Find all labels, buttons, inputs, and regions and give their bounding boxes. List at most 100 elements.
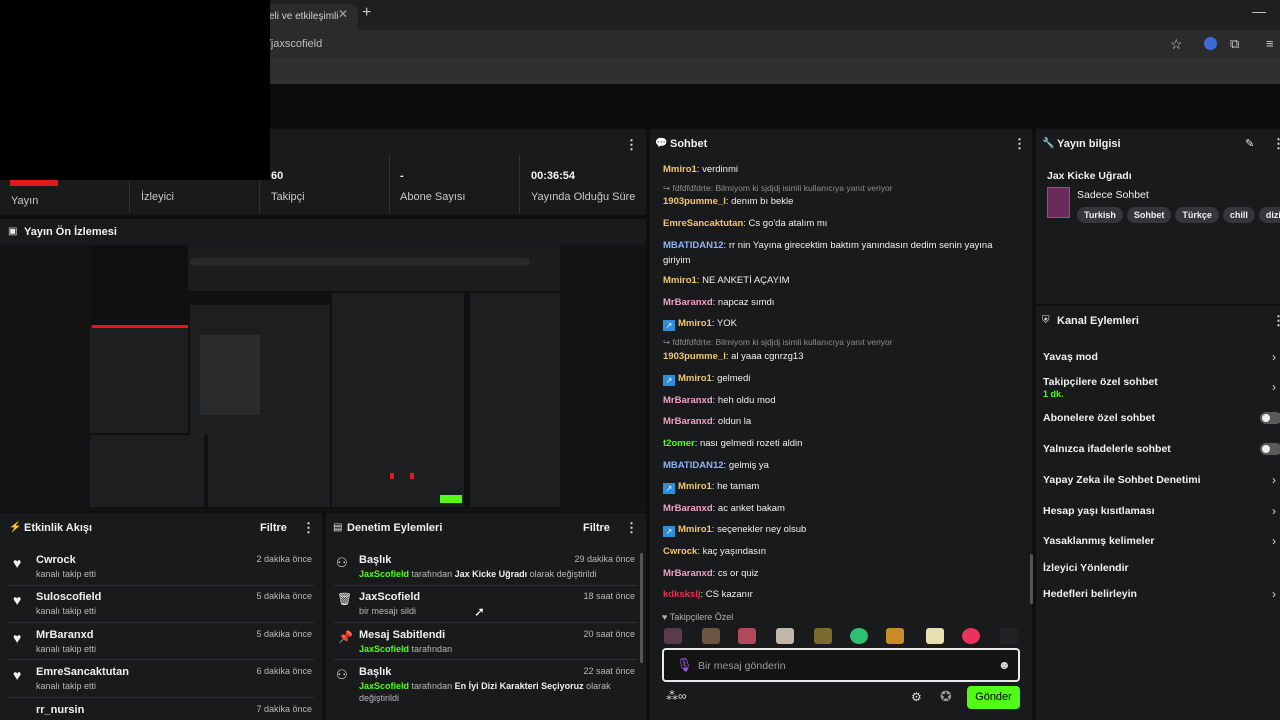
- chevron-right-icon[interactable]: ›: [1272, 587, 1276, 601]
- list-item[interactable]: ♥ MrBaranxd kanalı takip etti 5 dakika ö…: [0, 622, 322, 658]
- chat-username[interactable]: Mmiro1: [663, 275, 697, 286]
- users-icon[interactable]: ⁂∞: [666, 689, 687, 703]
- tab-close-icon[interactable]: ✕: [338, 7, 348, 21]
- list-item[interactable]: ⚇ Başlık 29 dakika önce JaxScofield tara…: [326, 547, 646, 583]
- chat-username[interactable]: Mmiro1: [678, 524, 712, 535]
- chat-username[interactable]: Mmiro1: [678, 481, 712, 492]
- chat-username[interactable]: 1903pumme_l: [663, 351, 726, 362]
- tag[interactable]: Turkish: [1077, 207, 1123, 223]
- chat-username[interactable]: EmreSancaktutan: [663, 218, 743, 229]
- chat-scrollbar[interactable]: [1030, 554, 1033, 604]
- chat-menu-icon[interactable]: ⋮: [1013, 136, 1026, 152]
- chevron-right-icon[interactable]: ›: [1272, 380, 1276, 394]
- mod-scrollbar[interactable]: [640, 553, 643, 663]
- minimize-button[interactable]: —: [1252, 3, 1266, 19]
- list-item[interactable]: ♥ Suloscofield kanalı takip etti 5 dakik…: [0, 584, 322, 620]
- tag[interactable]: dizi: [1258, 207, 1280, 223]
- badge-icon[interactable]: ✪: [940, 688, 952, 705]
- chat-username[interactable]: MrBaranxd: [663, 568, 713, 579]
- chat-message[interactable]: MrBaranxd: heh oldu mod: [663, 393, 1023, 408]
- action-raid[interactable]: İzleyici Yönlendir: [1043, 562, 1129, 574]
- info-menu-icon[interactable]: ⋮: [1272, 136, 1280, 152]
- chat-message[interactable]: ↗ Mmiro1: gelmedi: [663, 371, 1023, 386]
- tag[interactable]: Sohbet: [1126, 207, 1172, 223]
- emote[interactable]: [702, 628, 720, 644]
- chat-message[interactable]: ↗ Mmiro1: he tamam: [663, 479, 1023, 494]
- mod-menu-icon[interactable]: ⋮: [625, 520, 638, 536]
- list-item[interactable]: ⚇ Başlık 22 saat önce JaxScofield tarafı…: [326, 659, 646, 715]
- chat-username[interactable]: Mmiro1: [678, 318, 712, 329]
- microphone-icon[interactable]: 🎙: [676, 657, 693, 673]
- stats-menu-icon[interactable]: ⋮: [625, 137, 638, 153]
- chat-username[interactable]: MrBaranxd: [663, 503, 713, 514]
- action-followers-only[interactable]: Takipçilere özel sohbet: [1043, 376, 1158, 388]
- chat-message[interactable]: Cwrock: kaç yaşındasın: [663, 544, 1023, 559]
- action-slow-mode[interactable]: Yavaş mod: [1043, 351, 1098, 363]
- emote[interactable]: [738, 628, 756, 644]
- emoji-icon[interactable]: ☻: [998, 658, 1011, 672]
- emote[interactable]: [664, 628, 682, 644]
- chat-message[interactable]: MrBaranxd: cs or quiz: [663, 566, 1023, 581]
- chevron-right-icon[interactable]: ›: [1272, 350, 1276, 364]
- emote[interactable]: [886, 628, 904, 644]
- chat-message[interactable]: MrBaranxd: oldun la: [663, 414, 1023, 429]
- extensions-puzzle-icon[interactable]: ⧉: [1230, 36, 1239, 52]
- extension-icon[interactable]: [1204, 37, 1217, 50]
- reading-list-icon[interactable]: ≡: [1266, 36, 1274, 51]
- chat-message[interactable]: MrBaranxd: ac anket bakam: [663, 501, 1023, 516]
- chevron-right-icon[interactable]: ›: [1272, 504, 1276, 518]
- chat-username[interactable]: MrBaranxd: [663, 395, 713, 406]
- bookmark-star-icon[interactable]: ☆: [1170, 36, 1183, 53]
- chat-message[interactable]: kdkskslj: CS kazanır: [663, 587, 1023, 602]
- chat-username[interactable]: Mmiro1: [663, 164, 697, 175]
- gear-icon[interactable]: ⚙: [911, 690, 922, 704]
- chat-message[interactable]: ↗ Mmiro1: YOK: [663, 316, 1023, 331]
- actions-menu-icon[interactable]: ⋮: [1272, 313, 1280, 329]
- emotes-only-toggle[interactable]: [1260, 443, 1280, 455]
- send-button[interactable]: Gönder: [967, 686, 1020, 709]
- action-goals[interactable]: Hedefleri belirleyin: [1043, 588, 1137, 600]
- list-item[interactable]: ♥ Cwrock kanalı takip etti 2 dakika önce: [0, 547, 322, 583]
- action-account-age[interactable]: Hesap yaşı kısıtlaması: [1043, 505, 1155, 517]
- emote[interactable]: [962, 628, 980, 644]
- chat-message[interactable]: MBATIDAN12: rr nin Yayına girecektim bak…: [663, 238, 1023, 268]
- chat-message[interactable]: ↗ Mmiro1: seçenekler ney olsub: [663, 522, 1023, 537]
- chat-username[interactable]: kdkskslj: [663, 589, 701, 600]
- feed-filter-button[interactable]: Filtre: [260, 522, 287, 534]
- chat-message[interactable]: t2omer: nası gelmedi rozeti aldin: [663, 436, 1023, 451]
- chat-message[interactable]: 1903pumme_l: denım bı bekle: [663, 194, 1023, 209]
- chat-username[interactable]: MBATIDAN12: [663, 240, 724, 251]
- subscribers-only-toggle[interactable]: [1260, 412, 1280, 424]
- chat-username[interactable]: MBATIDAN12: [663, 460, 724, 471]
- chat-username[interactable]: t2omer: [663, 438, 695, 449]
- emote[interactable]: [1000, 628, 1018, 644]
- action-banned-words[interactable]: Yasaklanmış kelimeler: [1043, 535, 1155, 547]
- emote[interactable]: [814, 628, 832, 644]
- emote[interactable]: [926, 628, 944, 644]
- chat-username[interactable]: MrBaranxd: [663, 416, 713, 427]
- chat-username[interactable]: Mmiro1: [678, 373, 712, 384]
- tag[interactable]: chill: [1222, 207, 1255, 223]
- chevron-right-icon[interactable]: ›: [1272, 473, 1276, 487]
- list-item[interactable]: 📌 Mesaj Sabitlendi 20 saat önce JaxScofi…: [326, 622, 646, 658]
- tag[interactable]: Türkçe: [1175, 207, 1219, 223]
- list-item[interactable]: 🗑 JaxScofield 18 saat önce bir mesajı si…: [326, 584, 646, 620]
- chat-message[interactable]: MBATIDAN12: gelmiş ya: [663, 458, 1023, 473]
- list-item[interactable]: rr_nursin 7 dakika önce: [0, 697, 322, 720]
- emote[interactable]: [776, 628, 794, 644]
- chat-username[interactable]: MrBaranxd: [663, 297, 713, 308]
- pencil-icon[interactable]: ✎: [1245, 137, 1254, 150]
- mod-filter-button[interactable]: Filtre: [583, 522, 610, 534]
- chat-message[interactable]: MrBaranxd: napcaz sımdı: [663, 295, 1023, 310]
- new-tab-button[interactable]: +: [362, 4, 371, 22]
- chat-message[interactable]: 1903pumme_l: al yaaa cgnrzg13: [663, 349, 1023, 364]
- action-ai-moderation[interactable]: Yapay Zeka ile Sohbet Denetimi: [1043, 474, 1201, 486]
- chat-message[interactable]: Mmiro1: NE ANKETİ AÇAYIM: [663, 273, 1023, 288]
- feed-menu-icon[interactable]: ⋮: [302, 520, 315, 536]
- chat-input[interactable]: 🎙 Bir mesaj gönderin ☻: [662, 648, 1020, 682]
- chat-message[interactable]: EmreSancaktutan: Cs go'da atalım mı: [663, 216, 1023, 231]
- chat-username[interactable]: Cwrock: [663, 546, 697, 557]
- chevron-right-icon[interactable]: ›: [1272, 534, 1276, 548]
- list-item[interactable]: ♥ EmreSancaktutan kanalı takip etti 6 da…: [0, 659, 322, 695]
- chat-message[interactable]: Mmiro1: verdinmi: [663, 162, 1023, 177]
